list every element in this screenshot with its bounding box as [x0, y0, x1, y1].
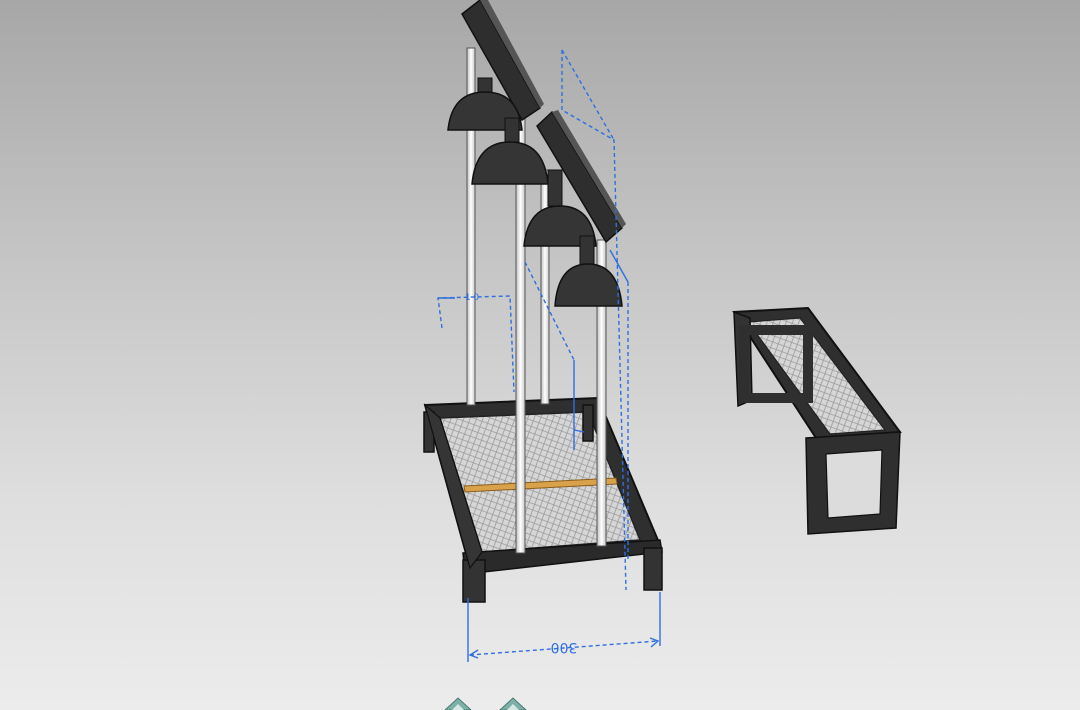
lamp-rack[interactable]	[423, 0, 663, 603]
rack-leg-front-right	[643, 547, 663, 591]
navigation-cube-icon[interactable]	[444, 697, 472, 710]
dim-side-marker	[437, 295, 515, 393]
rack-base-frame	[423, 396, 663, 603]
navigation-cube-icon-2[interactable]	[499, 697, 527, 710]
rack-leg-back-right	[582, 404, 594, 442]
rack-leg-front-left	[462, 559, 486, 603]
bench-leg-front	[805, 431, 901, 535]
dimension-side-label: 1 0	[465, 293, 480, 303]
view-controls[interactable]	[444, 697, 527, 710]
3d-viewport[interactable]: 300 1 0	[0, 0, 1080, 710]
bench[interactable]	[732, 306, 902, 535]
dimension-width-label: 300	[551, 639, 578, 655]
